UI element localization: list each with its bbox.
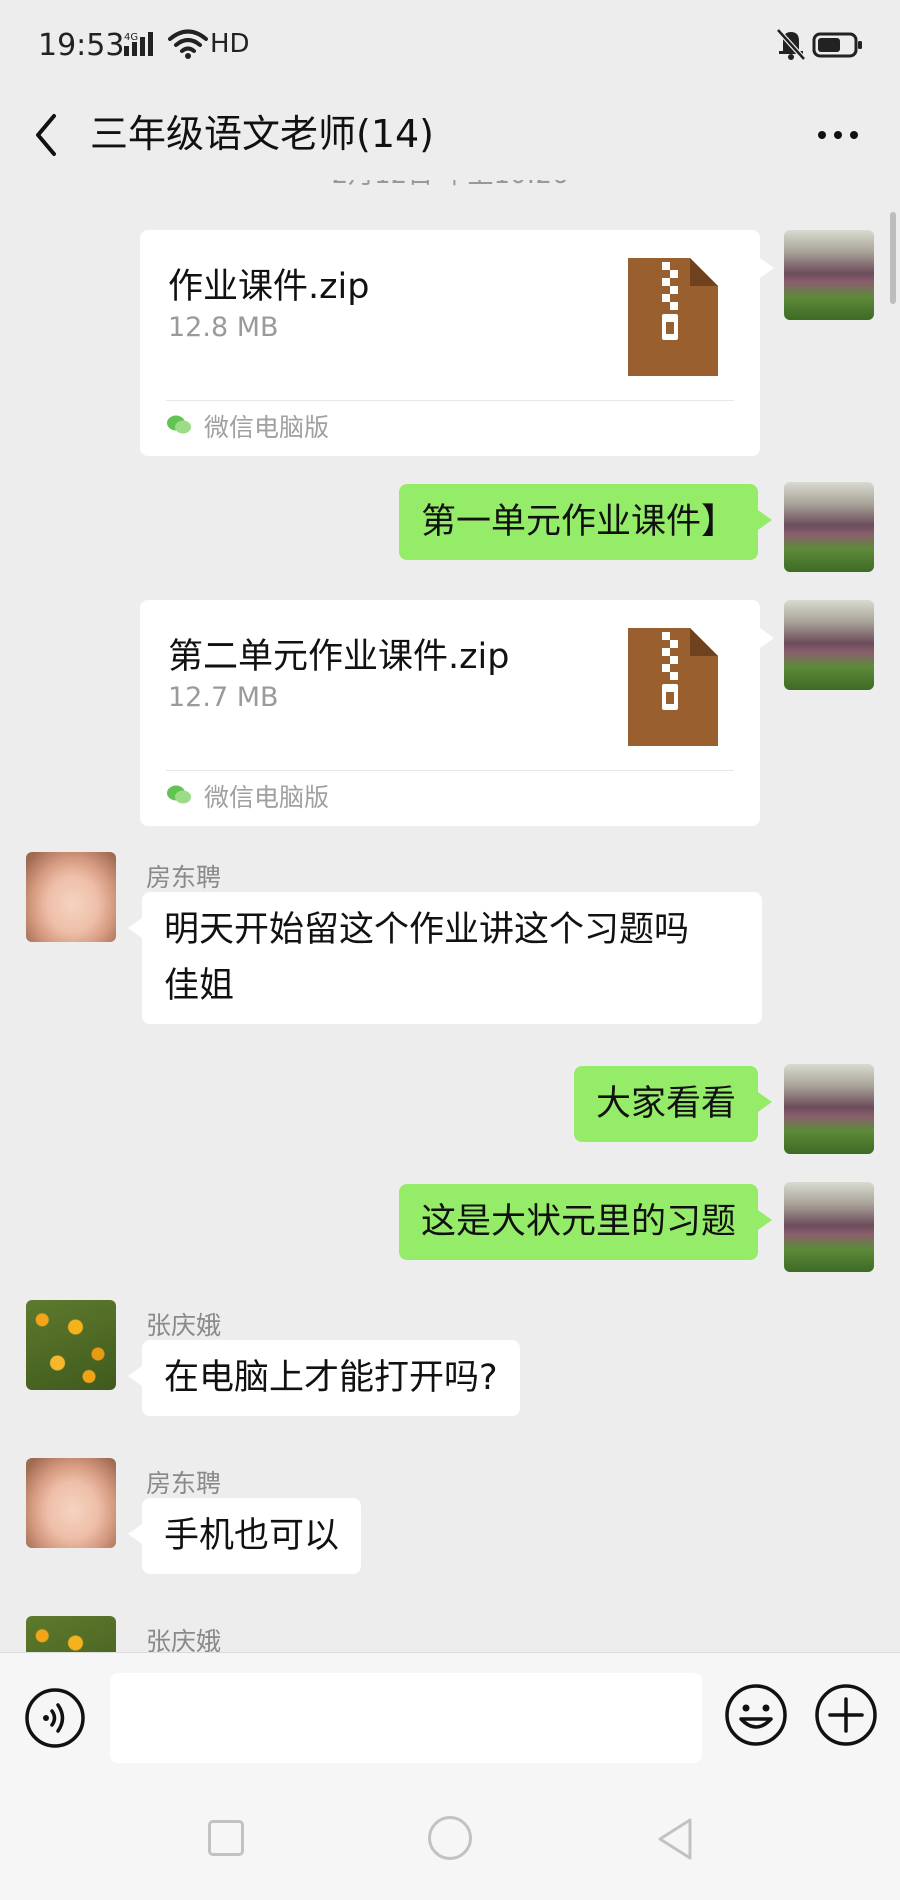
my-avatar[interactable] bbox=[784, 1064, 874, 1154]
user-avatar[interactable] bbox=[26, 1300, 116, 1390]
signal-icon: 4G bbox=[124, 32, 153, 56]
message-list[interactable]: 2月12日 早上10:26 作业课件.zip 12.8 MB 微信电脑版 第一单… bbox=[0, 180, 900, 1652]
user-avatar[interactable] bbox=[26, 852, 116, 942]
chat-header: 三年级语文老师(14) bbox=[0, 90, 900, 180]
message-bubble[interactable]: 手机也可以 bbox=[127, 1498, 362, 1574]
recents-square-icon[interactable] bbox=[208, 1820, 244, 1856]
wifi-icon bbox=[168, 29, 208, 59]
wechat-icon bbox=[167, 415, 191, 434]
divider bbox=[166, 770, 734, 771]
file-name: 作业课件.zip bbox=[168, 267, 370, 307]
emoji-icon[interactable] bbox=[724, 1683, 788, 1747]
home-circle-icon[interactable] bbox=[428, 1816, 472, 1860]
my-avatar[interactable] bbox=[784, 482, 874, 572]
my-avatar[interactable] bbox=[784, 230, 874, 320]
message-bubble[interactable]: 大家看看 bbox=[573, 1066, 773, 1142]
status-time: 19:53 bbox=[38, 28, 125, 63]
mute-icon bbox=[776, 28, 806, 61]
divider bbox=[166, 400, 734, 401]
plus-icon[interactable] bbox=[814, 1683, 878, 1747]
message-input[interactable] bbox=[110, 1673, 702, 1763]
battery-icon bbox=[812, 32, 862, 58]
sender-name: 张庆娥 bbox=[146, 1627, 222, 1652]
file-size: 12.8 MB bbox=[168, 312, 279, 343]
file-source: 微信电脑版 bbox=[204, 413, 330, 442]
message-text-line: 明天开始留这个作业讲这个习题吗 bbox=[164, 910, 690, 950]
chat-timestamp: 2月12日 早上10:26 bbox=[0, 180, 900, 191]
message-bubble[interactable]: 第一单元作业课件】 bbox=[398, 484, 773, 560]
user-avatar[interactable] bbox=[26, 1458, 116, 1548]
message-bubble[interactable]: 这是大状元里的习题 bbox=[398, 1184, 773, 1260]
system-navigation-bar bbox=[0, 1780, 900, 1900]
sender-name: 房东聘 bbox=[146, 1469, 222, 1498]
more-icon[interactable] bbox=[808, 108, 868, 162]
zip-file-icon bbox=[628, 628, 718, 746]
sender-name: 房东聘 bbox=[146, 863, 222, 892]
file-message[interactable]: 第二单元作业课件.zip 12.7 MB 微信电脑版 bbox=[140, 600, 774, 826]
network-type-label: 4G bbox=[124, 32, 138, 43]
file-size: 12.7 MB bbox=[168, 682, 279, 713]
back-arrow-icon[interactable] bbox=[26, 106, 66, 164]
message-bubble[interactable]: 在电脑上才能打开吗? bbox=[128, 1340, 520, 1416]
scrollbar[interactable] bbox=[890, 212, 896, 304]
zip-file-icon bbox=[628, 258, 718, 376]
hd-label: HD bbox=[210, 29, 250, 59]
input-bar bbox=[0, 1652, 900, 1780]
sender-name: 张庆娥 bbox=[146, 1311, 222, 1340]
message-bubble[interactable]: 明天开始留这个作业讲这个习题吗 佳姐 bbox=[128, 892, 762, 1024]
chat-title: 三年级语文老师(14) bbox=[90, 112, 435, 156]
file-message[interactable]: 作业课件.zip 12.8 MB 微信电脑版 bbox=[140, 230, 774, 456]
user-avatar[interactable] bbox=[26, 1616, 116, 1652]
my-avatar[interactable] bbox=[784, 1182, 874, 1272]
file-source: 微信电脑版 bbox=[204, 783, 330, 812]
message-text-line: 佳姐 bbox=[164, 966, 235, 1006]
status-bar: 19:53 4G HD bbox=[0, 0, 900, 90]
file-name: 第二单元作业课件.zip bbox=[168, 637, 510, 677]
wechat-icon bbox=[167, 785, 191, 804]
voice-icon[interactable] bbox=[24, 1687, 86, 1749]
back-triangle-icon[interactable] bbox=[654, 1816, 694, 1862]
my-avatar[interactable] bbox=[784, 600, 874, 690]
